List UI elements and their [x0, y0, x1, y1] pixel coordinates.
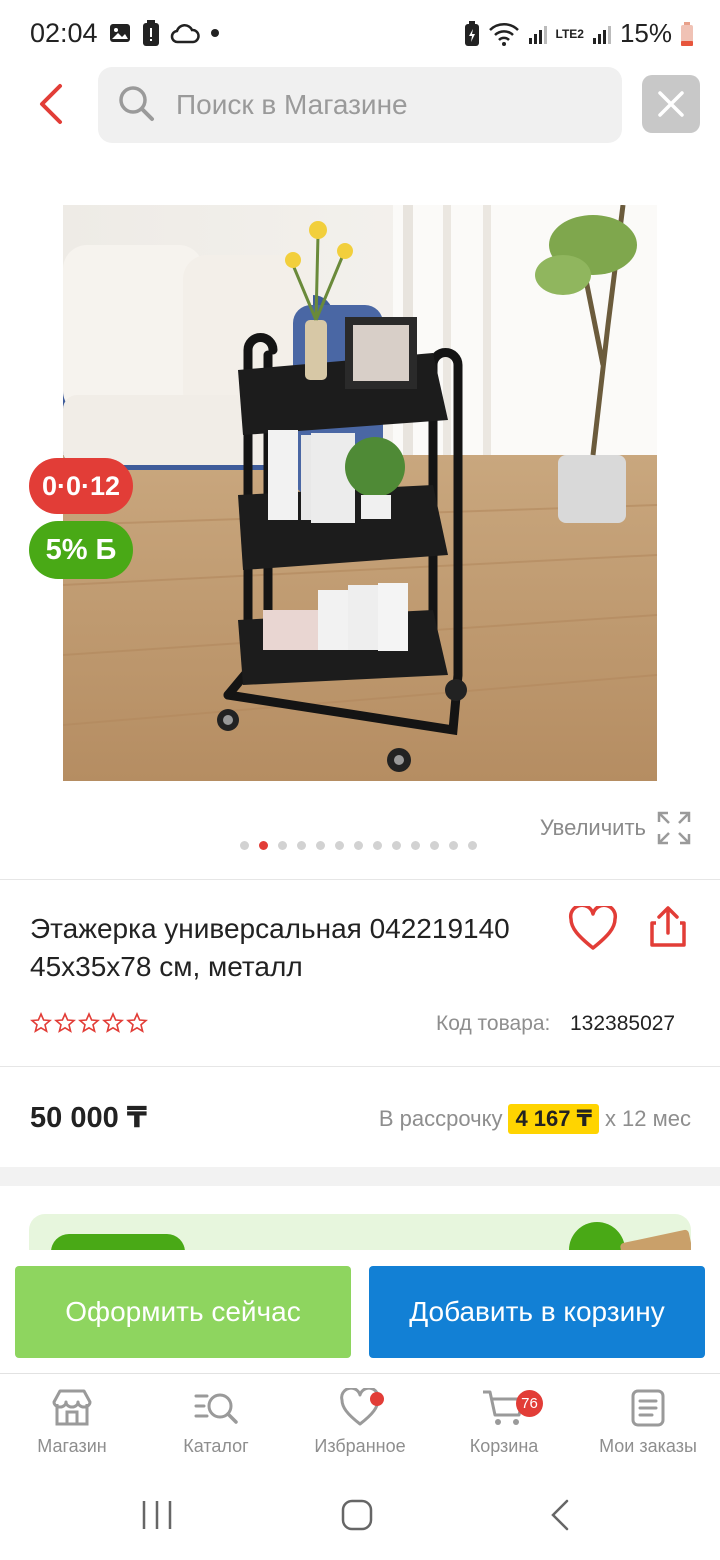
installment-suffix: x 12 мес	[604, 1106, 691, 1131]
close-icon	[658, 91, 684, 117]
bottom-nav: Магазин Каталог Избранное 76 Корзина Мои…	[0, 1373, 720, 1470]
wifi-icon	[488, 22, 519, 46]
gallery-dot[interactable]	[373, 841, 382, 850]
installment-info: В рассрочку 4 167 ₸ x 12 мес	[379, 1104, 691, 1134]
add-to-cart-button[interactable]: Добавить в корзину	[369, 1266, 705, 1358]
bonus-badge: 5% Б	[29, 521, 133, 579]
divider	[0, 1066, 720, 1067]
gallery-dot[interactable]	[278, 841, 287, 850]
bonus-coin-icon	[569, 1222, 625, 1250]
battery-percent: 15%	[619, 18, 672, 48]
system-nav	[0, 1470, 720, 1560]
status-bar: 02:04 LTE2 15%	[0, 0, 720, 66]
sku-value: 132385027	[570, 1012, 676, 1035]
status-notifications	[108, 20, 220, 46]
rating-stars	[30, 1012, 148, 1034]
gallery-dot[interactable]	[392, 841, 401, 850]
battery-saver-icon	[464, 20, 479, 46]
battery-icon	[681, 21, 693, 46]
zoom-button[interactable]: Увеличить	[540, 810, 692, 846]
divider	[0, 879, 720, 880]
installment-badge: 0·0·12	[29, 458, 133, 514]
zoom-label: Увеличить	[539, 815, 646, 840]
cloud-icon	[170, 24, 200, 44]
star-icon	[54, 1012, 76, 1033]
orders-icon	[631, 1389, 665, 1427]
checkout-button[interactable]: Оформить сейчас	[15, 1266, 351, 1358]
nav-favorites-label: Избранное	[314, 1436, 406, 1456]
nav-orders-label: Мои заказы	[599, 1436, 697, 1456]
heart-icon	[568, 903, 618, 950]
gallery-dot[interactable]	[449, 841, 458, 850]
favorites-indicator	[370, 1392, 384, 1406]
gallery-icon	[110, 24, 130, 42]
nav-cart[interactable]: 76 Корзина	[432, 1388, 576, 1457]
favorite-button[interactable]	[568, 903, 618, 957]
section-divider	[0, 1167, 720, 1186]
promo-card[interactable]	[29, 1214, 691, 1250]
store-icon	[52, 1389, 92, 1426]
gallery-dot[interactable]	[240, 841, 249, 850]
dot-icon	[211, 29, 219, 37]
price: 50 000 ₸	[30, 1102, 147, 1134]
nav-catalog[interactable]: Каталог	[144, 1388, 288, 1457]
signal-2-icon	[592, 25, 611, 44]
status-right-group: LTE2 15%	[464, 18, 695, 49]
lte-label: LTE2	[555, 26, 584, 41]
search-icon	[119, 86, 154, 121]
recent-apps-icon[interactable]	[140, 1498, 174, 1532]
nav-orders[interactable]: Мои заказы	[576, 1388, 720, 1457]
cart-count-badge: 76	[516, 1390, 543, 1417]
product-title: Этажерка универсальная 042219140 45х35х7…	[30, 913, 510, 982]
product-photo	[63, 205, 657, 781]
gallery-dot[interactable]	[468, 841, 477, 850]
installment-amount: 4 167 ₸	[508, 1104, 599, 1134]
nav-cart-label: Корзина	[469, 1436, 539, 1456]
gallery-dots[interactable]	[240, 841, 477, 850]
share-icon	[650, 906, 686, 947]
sku-label: Код товара:	[436, 1012, 551, 1035]
share-button[interactable]	[646, 905, 690, 954]
nav-shop-label: Магазин	[37, 1436, 107, 1456]
gallery-dot[interactable]	[297, 841, 306, 850]
star-icon	[126, 1012, 148, 1033]
installment-prefix: В рассрочку	[378, 1106, 503, 1131]
signal-icon	[528, 25, 547, 44]
system-back-icon[interactable]	[545, 1498, 575, 1532]
search-placeholder: Поиск в Магазине	[176, 89, 408, 120]
back-button[interactable]	[28, 80, 76, 128]
battery-alert-icon	[143, 20, 159, 46]
promo-pill	[51, 1234, 185, 1250]
gallery-dot[interactable]	[316, 841, 325, 850]
star-icon	[102, 1012, 124, 1033]
gallery-dot[interactable]	[354, 841, 363, 850]
star-icon	[78, 1012, 100, 1033]
catalog-search-icon	[194, 1393, 238, 1424]
gallery-dot[interactable]	[259, 841, 268, 850]
card-icon	[619, 1229, 691, 1250]
chevron-left-icon	[40, 84, 62, 124]
nav-catalog-label: Каталог	[183, 1436, 249, 1456]
star-icon	[30, 1012, 52, 1033]
nav-favorites[interactable]: Избранное	[288, 1388, 432, 1457]
search-input[interactable]: Поиск в Магазине	[98, 67, 622, 143]
expand-icon	[657, 811, 691, 845]
clear-search-button[interactable]	[642, 75, 700, 133]
gallery-dot[interactable]	[430, 841, 439, 850]
gallery-dot[interactable]	[335, 841, 344, 850]
nav-shop[interactable]: Магазин	[0, 1388, 144, 1457]
product-image[interactable]	[63, 205, 657, 781]
status-time: 02:04	[30, 18, 98, 48]
gallery-dot[interactable]	[411, 841, 420, 850]
home-icon[interactable]	[340, 1498, 374, 1532]
